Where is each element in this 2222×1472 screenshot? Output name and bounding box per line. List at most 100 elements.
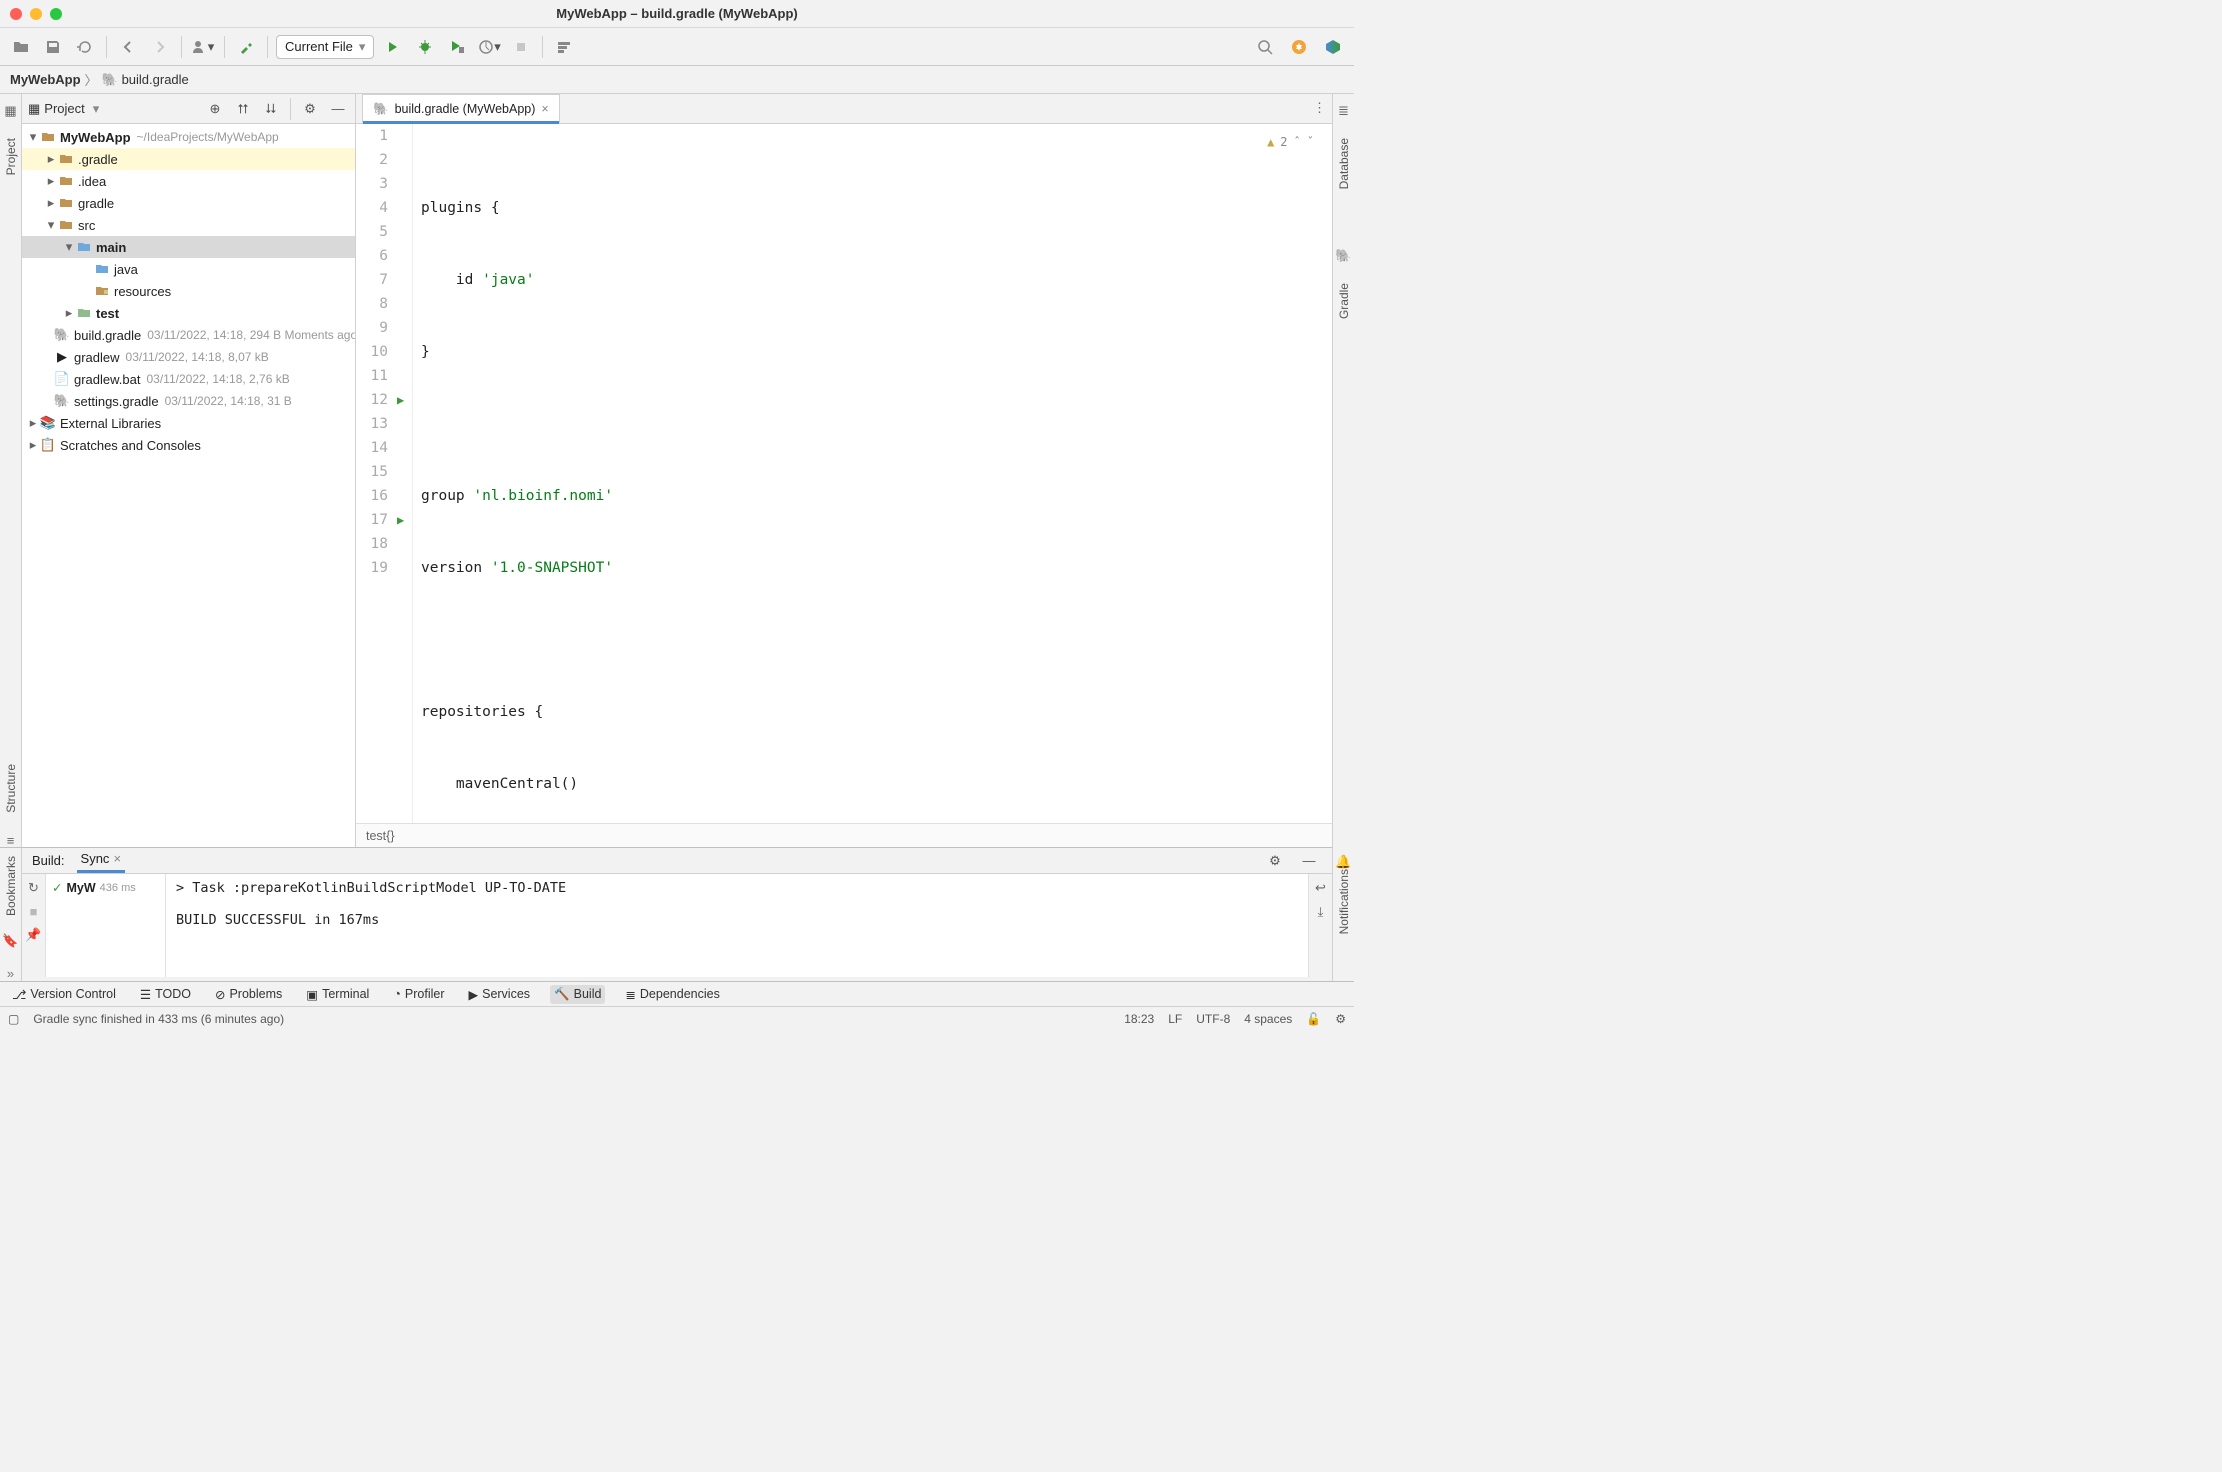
locate-icon[interactable]: ⊕: [204, 98, 226, 120]
tree-test[interactable]: ▸test: [22, 302, 355, 324]
refresh-icon[interactable]: [72, 34, 98, 60]
breadcrumb-root[interactable]: MyWebApp: [10, 72, 81, 87]
user-icon[interactable]: ▾: [190, 34, 216, 60]
coverage-icon[interactable]: [444, 34, 470, 60]
rerun-icon[interactable]: ↻: [28, 880, 39, 896]
tree-gradlew[interactable]: ▶gradlew03/11/2022, 14:18, 8,07 kB: [22, 346, 355, 368]
build-tree[interactable]: ✓MyW 436 ms: [46, 874, 166, 977]
build-settings-icon[interactable]: ⚙: [1262, 848, 1288, 874]
more-tools-icon[interactable]: »: [7, 966, 14, 981]
gradle-tool-icon[interactable]: 🐘: [1337, 249, 1351, 263]
editor-tabs: 🐘 build.gradle (MyWebApp) × ⋮: [356, 94, 1332, 124]
structure-tool-icon[interactable]: ≡: [4, 833, 18, 847]
tree-root[interactable]: ▾ MyWebApp ~/IdeaProjects/MyWebApp: [22, 126, 355, 148]
run-config-label: Current File: [285, 39, 353, 54]
project-view-selector[interactable]: ▦Project▾: [28, 101, 198, 117]
run-gutter-icon[interactable]: ▶: [397, 388, 404, 412]
panel-settings-icon[interactable]: ⚙: [299, 98, 321, 120]
breadcrumb-file[interactable]: build.gradle: [122, 72, 189, 87]
gradle-tool-label[interactable]: Gradle: [1337, 283, 1351, 319]
build-label: Build:: [32, 853, 65, 868]
caret-position[interactable]: 18:23: [1124, 1012, 1154, 1026]
code-content[interactable]: ▲2ˆˇ plugins { id 'java' } group 'nl.bio…: [413, 124, 1332, 823]
todo-tool-button[interactable]: ☰TODO: [136, 985, 195, 1004]
close-window-icon[interactable]: [10, 8, 22, 20]
run-config-combo[interactable]: Current File▾: [276, 35, 374, 59]
search-everywhere-icon[interactable]: [1252, 34, 1278, 60]
editor-tab-build-gradle[interactable]: 🐘 build.gradle (MyWebApp) ×: [362, 94, 560, 123]
notifications-label[interactable]: Notifications: [1337, 869, 1351, 934]
tree-src[interactable]: ▾src: [22, 214, 355, 236]
build-icon[interactable]: [233, 34, 259, 60]
tree-resources[interactable]: resources: [22, 280, 355, 302]
tree-external-libs[interactable]: ▸📚External Libraries: [22, 412, 355, 434]
tree-dot-gradle[interactable]: ▸.gradle: [22, 148, 355, 170]
database-tool-label[interactable]: Database: [1337, 138, 1351, 189]
open-icon[interactable]: [8, 34, 34, 60]
tree-main[interactable]: ▾main: [22, 236, 355, 258]
debug-icon[interactable]: [412, 34, 438, 60]
dependencies-tool-button[interactable]: ≣Dependencies: [621, 985, 723, 1004]
tree-gradlew-bat[interactable]: 📄gradlew.bat03/11/2022, 14:18, 2,76 kB: [22, 368, 355, 390]
services-tool-button[interactable]: ▶Services: [464, 985, 534, 1004]
structure-tool-label[interactable]: Structure: [4, 764, 18, 813]
collapse-all-icon[interactable]: ⮇: [260, 98, 282, 120]
build-output[interactable]: > Task :prepareKotlinBuildScriptModel UP…: [166, 874, 1308, 977]
back-icon[interactable]: [115, 34, 141, 60]
left-tool-rail: ▦ Project Structure ≡: [0, 94, 22, 847]
gradle-file-icon: 🐘: [102, 72, 118, 88]
bookmarks-tool-label[interactable]: Bookmarks: [4, 856, 18, 916]
stop-icon[interactable]: [508, 34, 534, 60]
tree-scratches[interactable]: ▸📋Scratches and Consoles: [22, 434, 355, 456]
tree-dot-idea[interactable]: ▸.idea: [22, 170, 355, 192]
pin-icon[interactable]: 📌: [25, 927, 41, 943]
traffic-lights: [10, 8, 62, 20]
run-icon[interactable]: [380, 34, 406, 60]
tabs-more-icon[interactable]: ⋮: [1313, 100, 1326, 116]
tree-build-gradle[interactable]: 🐘build.gradle03/11/2022, 14:18, 294 B Mo…: [22, 324, 355, 346]
expand-all-icon[interactable]: ⮅: [232, 98, 254, 120]
tree-settings-gradle[interactable]: 🐘settings.gradle03/11/2022, 14:18, 31 B: [22, 390, 355, 412]
minimize-window-icon[interactable]: [30, 8, 42, 20]
stop-build-icon[interactable]: ■: [30, 904, 38, 919]
forward-icon[interactable]: [147, 34, 173, 60]
hide-panel-icon[interactable]: —: [327, 98, 349, 120]
build-tool-button[interactable]: 🔨Build: [550, 985, 605, 1004]
settings-gear-icon[interactable]: [1286, 34, 1312, 60]
notifications-icon[interactable]: 🔔: [1337, 855, 1351, 869]
tool-window-toggle-icon[interactable]: ▢: [8, 1012, 19, 1026]
close-tab-icon[interactable]: ×: [541, 102, 548, 116]
save-icon[interactable]: [40, 34, 66, 60]
terminal-tool-button[interactable]: ▣Terminal: [302, 985, 373, 1004]
bookmarks-tool-icon[interactable]: 🔖: [4, 934, 18, 948]
fold-column[interactable]: ▶ ▶: [396, 124, 412, 823]
project-tree[interactable]: ▾ MyWebApp ~/IdeaProjects/MyWebApp ▸.gra…: [22, 124, 355, 847]
hide-build-icon[interactable]: —: [1296, 848, 1322, 874]
project-tool-icon[interactable]: ▦: [4, 104, 18, 118]
problems-tool-button[interactable]: ⊘Problems: [211, 985, 286, 1004]
memory-icon[interactable]: ⚙: [1335, 1012, 1346, 1026]
ide-logo-icon[interactable]: [1320, 34, 1346, 60]
profiler-tool-button[interactable]: ◔Profiler: [389, 985, 448, 1003]
vcs-tool-button[interactable]: ⎇Version Control: [8, 985, 120, 1004]
run-gutter-icon[interactable]: ▶: [397, 508, 404, 532]
editor-breadcrumb[interactable]: test{}: [356, 823, 1332, 847]
close-sync-icon[interactable]: ×: [113, 851, 121, 866]
sync-tab[interactable]: Sync×: [77, 848, 126, 873]
zoom-window-icon[interactable]: [50, 8, 62, 20]
indent-setting[interactable]: 4 spaces: [1244, 1012, 1292, 1026]
profile-icon[interactable]: ▾: [476, 34, 502, 60]
scroll-end-icon[interactable]: ⤓: [1318, 904, 1324, 920]
file-encoding[interactable]: UTF-8: [1196, 1012, 1230, 1026]
readonly-lock-icon[interactable]: 🔓: [1306, 1012, 1321, 1026]
code-editor[interactable]: 12345678910111213141516171819 ▶ ▶ ▲2ˆˇ p…: [356, 124, 1332, 823]
tree-java[interactable]: java: [22, 258, 355, 280]
project-tool-label[interactable]: Project: [4, 138, 18, 175]
inspection-widget[interactable]: ▲2ˆˇ: [1263, 128, 1318, 156]
line-separator[interactable]: LF: [1168, 1012, 1182, 1026]
build-panel-header: Build: Sync× ⚙ —: [22, 848, 1332, 874]
tree-gradle-dir[interactable]: ▸gradle: [22, 192, 355, 214]
soft-wrap-icon[interactable]: ↩: [1315, 880, 1326, 896]
stack-icon[interactable]: [551, 34, 577, 60]
database-tool-icon[interactable]: ≣: [1337, 104, 1351, 118]
